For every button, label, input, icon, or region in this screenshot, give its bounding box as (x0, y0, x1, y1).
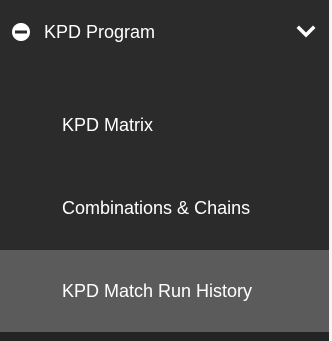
sidebar-item-label: KPD Matrix (62, 115, 154, 135)
sidebar-item-combinations-chains[interactable]: Combinations & Chains (0, 167, 329, 249)
minus-circle-icon (11, 22, 31, 42)
chevron-down-icon[interactable] (296, 24, 316, 40)
sidebar-panel: KPD Program KPD Matrix Combinations & Ch… (0, 0, 329, 341)
kpd-program-toggle[interactable]: KPD Program (0, 0, 329, 64)
sidebar-item-label: KPD Match Run History (62, 281, 253, 301)
sidebar-item-kpd-match-run-history[interactable]: KPD Match Run History (0, 250, 329, 332)
sidebar-item-kpd-matrix[interactable]: KPD Matrix (0, 84, 329, 166)
sidebar-bottom-divider (0, 332, 329, 341)
sidebar-item-label: Combinations & Chains (62, 198, 251, 218)
kpd-program-label: KPD Program (44, 22, 156, 42)
sidebar-nav: KPD Program KPD Matrix Combinations & Ch… (0, 0, 332, 341)
